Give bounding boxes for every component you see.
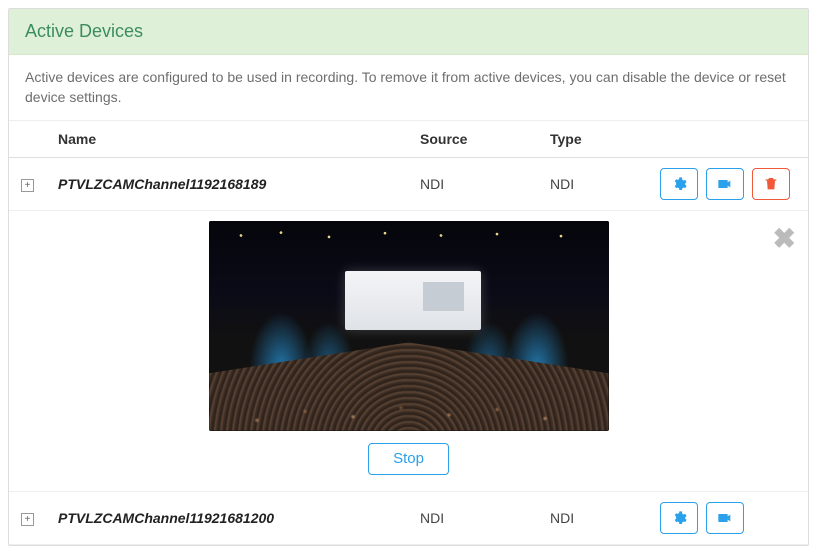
devices-table: Name Source Type + PTVLZCAMChannel119216… [9,121,808,545]
col-expand-header [9,121,46,158]
stop-button[interactable]: Stop [368,443,449,475]
settings-button[interactable] [660,168,698,200]
panel-title: Active Devices [9,9,808,55]
active-devices-panel: Active Devices Active devices are config… [8,8,809,546]
device-type: NDI [538,491,648,544]
col-type-header: Type [538,121,648,158]
table-row: + PTVLZCAMChannel1192168189 NDI NDI [9,157,808,210]
device-source: NDI [408,491,538,544]
settings-button[interactable] [660,502,698,534]
panel-description: Active devices are configured to be used… [9,55,808,121]
col-source-header: Source [408,121,538,158]
camera-icon [717,510,733,526]
table-row: + PTVLZCAMChannel11921681200 NDI NDI [9,491,808,544]
gear-icon [671,176,687,192]
device-name: PTVLZCAMChannel1192168189 [46,157,408,210]
expand-toggle-icon[interactable]: + [21,513,34,526]
camera-icon [717,176,733,192]
camera-button[interactable] [706,168,744,200]
col-actions-header [648,121,808,158]
device-preview-image [209,221,609,431]
preview-row: ✖ Stop [9,210,808,491]
camera-button[interactable] [706,502,744,534]
device-source: NDI [408,157,538,210]
trash-icon [763,176,779,192]
close-icon: ✖ [773,223,796,254]
gear-icon [671,510,687,526]
device-type: NDI [538,157,648,210]
col-name-header: Name [46,121,408,158]
device-name: PTVLZCAMChannel11921681200 [46,491,408,544]
close-preview-button[interactable]: ✖ [773,225,796,253]
delete-button[interactable] [752,168,790,200]
expand-toggle-icon[interactable]: + [21,179,34,192]
